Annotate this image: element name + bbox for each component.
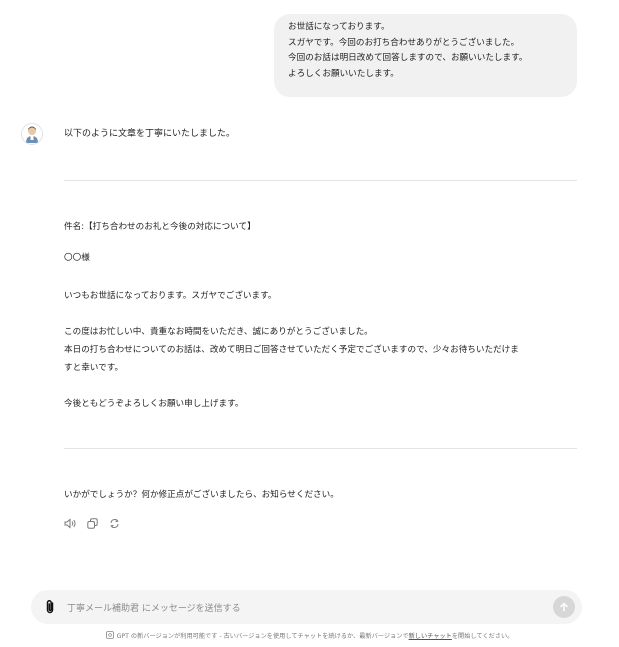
assistant-followup-text: いかがでしょうか？何か修正点がございましたら、お知らせください。	[64, 490, 339, 500]
email-recipient: 〇〇様	[64, 253, 90, 263]
gpt-icon	[105, 631, 114, 641]
email-subject: 件名:【打ち合わせのお礼と今後の対応について】	[64, 222, 256, 232]
user-message-line: よろしくお願いいたします。	[288, 68, 399, 79]
read-aloud-button[interactable]	[63, 516, 77, 530]
user-message-line: 今回のお話は明日改めて回答しますので、お願いいたします。	[288, 53, 528, 63]
copy-button[interactable]	[85, 516, 99, 530]
email-body-line: すと幸いです。	[64, 363, 124, 373]
email-closing: 今後ともどうぞよろしくお願い申し上げます。	[64, 399, 244, 409]
copy-icon	[86, 517, 98, 529]
assistant-avatar	[21, 123, 43, 145]
arrow-up-icon	[560, 602, 568, 612]
message-actions	[63, 516, 121, 530]
new-chat-link[interactable]: 新しいチャット	[409, 633, 452, 640]
version-notice-text: GPT の新バージョンが利用可能です - 古いバージョンを使用してチャットを続け…	[116, 633, 409, 640]
regenerate-icon	[109, 518, 119, 528]
divider-bottom	[64, 448, 577, 449]
attach-button[interactable]	[44, 599, 56, 615]
divider-top	[64, 180, 577, 181]
paperclip-icon	[46, 599, 54, 614]
version-notice: GPT の新バージョンが利用可能です - 古いバージョンを使用してチャットを続け…	[0, 631, 619, 641]
assistant-avatar-icon	[26, 126, 38, 143]
regenerate-button[interactable]	[107, 516, 121, 530]
email-body-line: この度はお忙しい中、貴重なお時間をいただき、誠にありがとうございました。	[64, 327, 373, 337]
speaker-icon	[64, 517, 76, 529]
email-body-line: 本日の打ち合わせについてのお話は、改めて明日ご回答させていただく予定でございます…	[64, 345, 519, 355]
message-input[interactable]: 丁寧メール補助君 にメッセージを送信する	[67, 601, 241, 614]
message-composer: 丁寧メール補助君 にメッセージを送信する	[31, 590, 582, 624]
user-message-line: お世話になっております。	[288, 22, 390, 32]
send-button[interactable]	[553, 596, 575, 618]
user-message-line: スガヤです。今回のお打ち合わせありがとうございました。	[288, 37, 520, 48]
version-notice-text-end: を開始してください。	[451, 633, 514, 640]
assistant-intro-text: 以下のように文章を丁寧にいたしました。	[64, 129, 236, 139]
user-message-bubble: お世話になっております。 スガヤです。今回のお打ち合わせありがとうございました。…	[274, 14, 577, 97]
email-greeting: いつもお世話になっております。スガヤでございます。	[64, 291, 277, 301]
